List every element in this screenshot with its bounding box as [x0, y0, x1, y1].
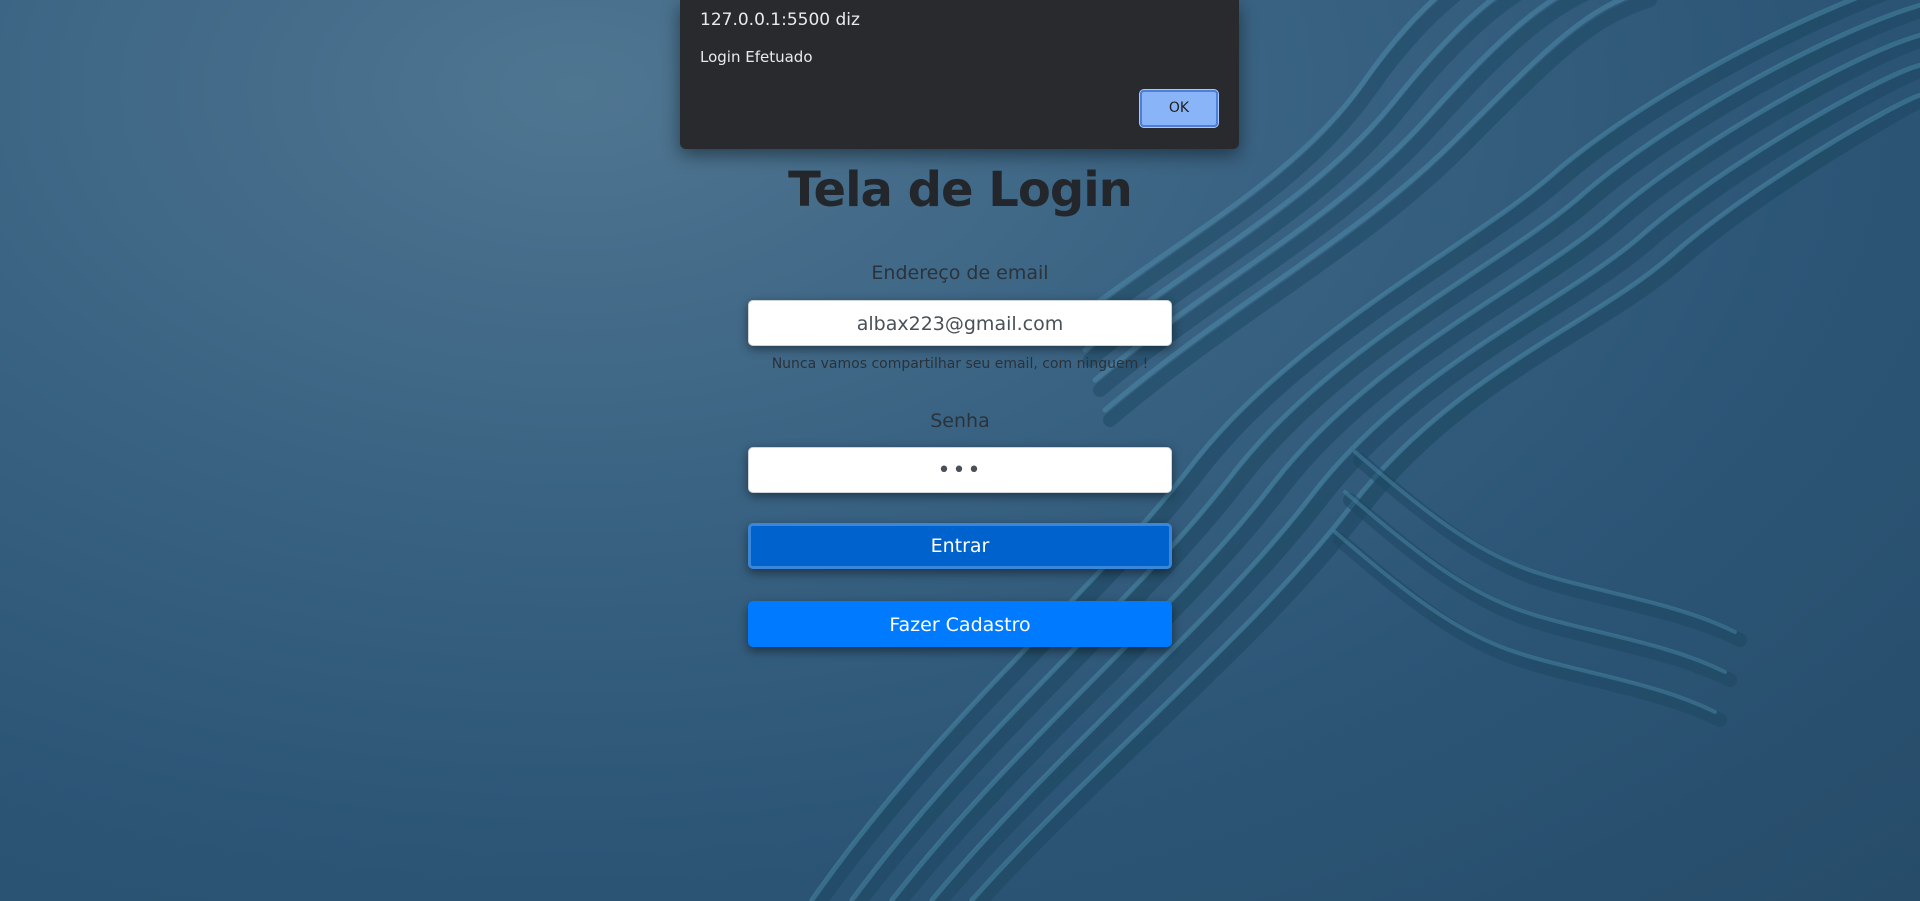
password-label: Senha	[930, 410, 990, 432]
email-help-text: Nunca vamos compartilhar seu email, com …	[771, 356, 1149, 372]
password-field[interactable]: •••	[748, 447, 1172, 493]
alert-origin: 127.0.0.1:5500 diz	[700, 10, 860, 30]
alert-message: Login Efetuado	[700, 48, 813, 66]
page-title: Tela de Login	[788, 162, 1133, 218]
signup-button[interactable]: Fazer Cadastro	[748, 601, 1172, 647]
email-label: Endereço de email	[871, 262, 1049, 284]
alert-ok-button[interactable]: OK	[1139, 89, 1219, 128]
alert-dialog: 127.0.0.1:5500 diz Login Efetuado OK	[680, 0, 1239, 149]
enter-button[interactable]: Entrar	[748, 523, 1172, 569]
login-page: Tela de Login Endereço de email albax223…	[0, 0, 1920, 901]
email-field[interactable]: albax223@gmail.com	[748, 300, 1172, 346]
